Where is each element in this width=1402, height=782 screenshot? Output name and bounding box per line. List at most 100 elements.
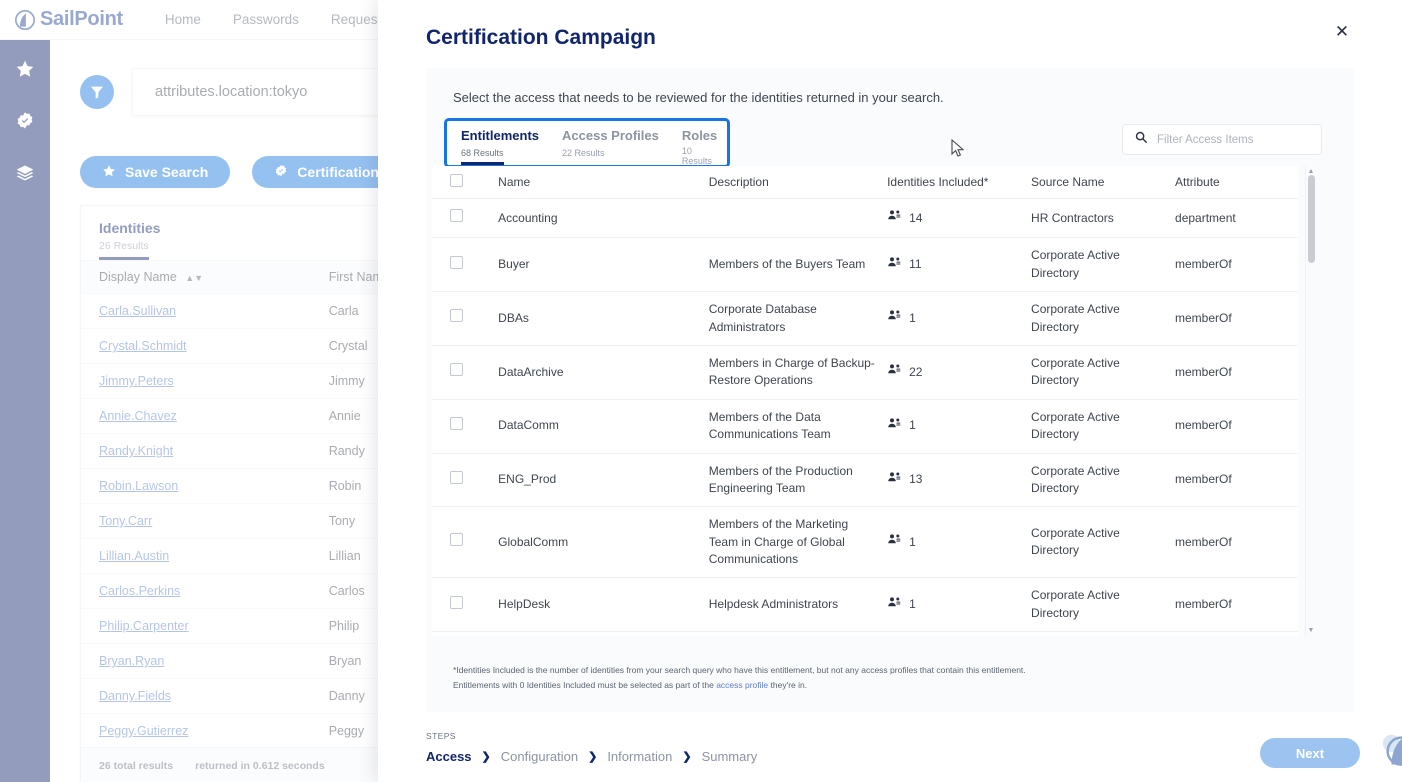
cell-source-name: Corporate Active Directory xyxy=(1025,292,1169,346)
scrollbar-thumb[interactable] xyxy=(1308,175,1315,263)
cell-attribute: memberOf xyxy=(1169,345,1298,399)
table-row: DBAsCorporate Database Administrators1Co… xyxy=(432,292,1298,346)
cell-description: Corporate Database Administrators xyxy=(703,292,881,346)
table-row: GlobalCommMembers of the Marketing Team … xyxy=(432,507,1298,578)
cell-identities-included: 22 xyxy=(881,345,1025,399)
table-row: Accounting14HR Contractorsdepartment xyxy=(432,199,1298,238)
row-checkbox[interactable] xyxy=(450,417,463,430)
close-icon[interactable]: ✕ xyxy=(1330,20,1354,44)
access-items-table: Name Description Identities Included* So… xyxy=(432,166,1298,636)
cell-identities-included: 13 xyxy=(881,453,1025,507)
step-information[interactable]: Information xyxy=(607,749,672,764)
row-checkbox[interactable] xyxy=(450,209,463,222)
cell-source-name: Corporate Active Directory xyxy=(1025,345,1169,399)
row-checkbox[interactable] xyxy=(450,256,463,269)
cell-description: Members of the Production Engineering Te… xyxy=(703,453,881,507)
table-row: HostingVPNUsers with Corporate VPN Acces… xyxy=(432,632,1298,636)
cell-description: Users with Corporate VPN Access xyxy=(703,632,881,636)
cell-identities-included: 12 xyxy=(881,632,1025,636)
identities-included-value: 1 xyxy=(909,596,916,613)
row-checkbox-cell[interactable] xyxy=(432,632,492,636)
select-all-checkbox[interactable] xyxy=(450,174,463,187)
tab-roles[interactable]: Roles 10 Results xyxy=(682,128,740,170)
chevron-right-icon: ❯ xyxy=(482,750,491,763)
search-icon xyxy=(1134,130,1148,149)
table-row: HelpDeskHelpdesk Administrators1Corporat… xyxy=(432,578,1298,632)
tab-roles-label: Roles xyxy=(682,128,717,143)
identities-included-footnote: *Identities Included is the number of id… xyxy=(453,663,1273,694)
row-checkbox[interactable] xyxy=(450,471,463,484)
row-checkbox[interactable] xyxy=(450,363,463,376)
identities-included-value: 1 xyxy=(909,534,916,551)
filter-placeholder: Filter Access Items xyxy=(1157,134,1254,146)
cell-attribute: memberOf xyxy=(1169,507,1298,578)
row-checkbox-cell[interactable] xyxy=(432,345,492,399)
table-row: DataArchiveMembers in Charge of Backup-R… xyxy=(432,345,1298,399)
row-checkbox-cell[interactable] xyxy=(432,453,492,507)
footnote-line-2-prefix: Entitlements with 0 Identities Included … xyxy=(453,680,716,690)
tab-access-profiles-label: Access Profiles xyxy=(562,128,659,143)
row-checkbox-cell[interactable] xyxy=(432,578,492,632)
col-source-name[interactable]: Source Name xyxy=(1025,166,1169,199)
people-icon xyxy=(887,308,902,328)
filter-access-items-input[interactable]: Filter Access Items xyxy=(1122,124,1322,155)
footnote-line-1: *Identities Included is the number of id… xyxy=(453,663,1273,679)
select-all-checkbox-cell[interactable] xyxy=(432,166,492,199)
cell-identities-included: 14 xyxy=(881,199,1025,238)
row-checkbox[interactable] xyxy=(450,533,463,546)
row-checkbox-cell[interactable] xyxy=(432,399,492,453)
cell-name: HelpDesk xyxy=(492,578,703,632)
cell-description: Helpdesk Administrators xyxy=(703,578,881,632)
tab-entitlements-label: Entitlements xyxy=(461,128,539,143)
row-checkbox-cell[interactable] xyxy=(432,238,492,292)
panel-instruction: Select the access that needs to be revie… xyxy=(453,90,944,105)
cell-attribute: memberOf xyxy=(1169,292,1298,346)
cell-description: Members of the Buyers Team xyxy=(703,238,881,292)
col-name[interactable]: Name xyxy=(492,166,703,199)
row-checkbox[interactable] xyxy=(450,309,463,322)
access-profile-link[interactable]: access profile xyxy=(716,680,768,690)
tab-entitlements[interactable]: Entitlements 68 Results xyxy=(461,128,562,165)
col-attribute[interactable]: Attribute xyxy=(1169,166,1298,199)
step-access[interactable]: Access xyxy=(426,749,472,764)
step-summary[interactable]: Summary xyxy=(702,749,758,764)
col-description[interactable]: Description xyxy=(703,166,881,199)
cell-source-name: Corporate Active Directory xyxy=(1025,238,1169,292)
cell-source-name: Corporate Active Directory xyxy=(1025,632,1169,636)
tab-entitlements-count: 68 Results xyxy=(461,148,504,165)
row-checkbox-cell[interactable] xyxy=(432,292,492,346)
sailpoint-watermark-logo xyxy=(1380,730,1402,776)
cell-name: Accounting xyxy=(492,199,703,238)
cell-attribute: memberOf xyxy=(1169,453,1298,507)
access-items-table-container: Name Description Identities Included* So… xyxy=(432,166,1298,636)
cell-description: Members in Charge of Backup-Restore Oper… xyxy=(703,345,881,399)
cell-source-name: Corporate Active Directory xyxy=(1025,453,1169,507)
people-icon xyxy=(887,208,902,228)
tab-access-profiles[interactable]: Access Profiles 22 Results xyxy=(562,128,682,162)
next-button[interactable]: Next xyxy=(1260,738,1360,768)
access-table-header-row: Name Description Identities Included* So… xyxy=(432,166,1298,199)
row-checkbox-cell[interactable] xyxy=(432,199,492,238)
people-icon xyxy=(887,362,902,382)
people-icon xyxy=(887,532,902,552)
row-checkbox[interactable] xyxy=(450,596,463,609)
steps-breadcrumb: Access ❯ Configuration ❯ Information ❯ S… xyxy=(426,749,757,764)
footnote-line-2: Entitlements with 0 Identities Included … xyxy=(453,678,1273,694)
access-selection-panel: Select the access that needs to be revie… xyxy=(426,68,1354,712)
cell-identities-included: 1 xyxy=(881,507,1025,578)
col-identities-included[interactable]: Identities Included* xyxy=(881,166,1025,199)
footnote-line-2-suffix: they're in. xyxy=(768,680,807,690)
cell-name: GlobalComm xyxy=(492,507,703,578)
cell-attribute: memberOf xyxy=(1169,238,1298,292)
identities-included-value: 13 xyxy=(909,471,922,488)
steps-label: STEPS xyxy=(426,731,456,741)
scroll-down-arrow-icon[interactable]: ▼ xyxy=(1308,625,1315,636)
cell-name: DataComm xyxy=(492,399,703,453)
access-table-scrollbar[interactable]: ▲ ▼ xyxy=(1305,166,1316,636)
row-checkbox-cell[interactable] xyxy=(432,507,492,578)
cell-name: Buyer xyxy=(492,238,703,292)
cell-source-name: Corporate Active Directory xyxy=(1025,399,1169,453)
step-configuration[interactable]: Configuration xyxy=(501,749,578,764)
cell-description: Members of the Data Communications Team xyxy=(703,399,881,453)
cell-description: Members of the Marketing Team in Charge … xyxy=(703,507,881,578)
